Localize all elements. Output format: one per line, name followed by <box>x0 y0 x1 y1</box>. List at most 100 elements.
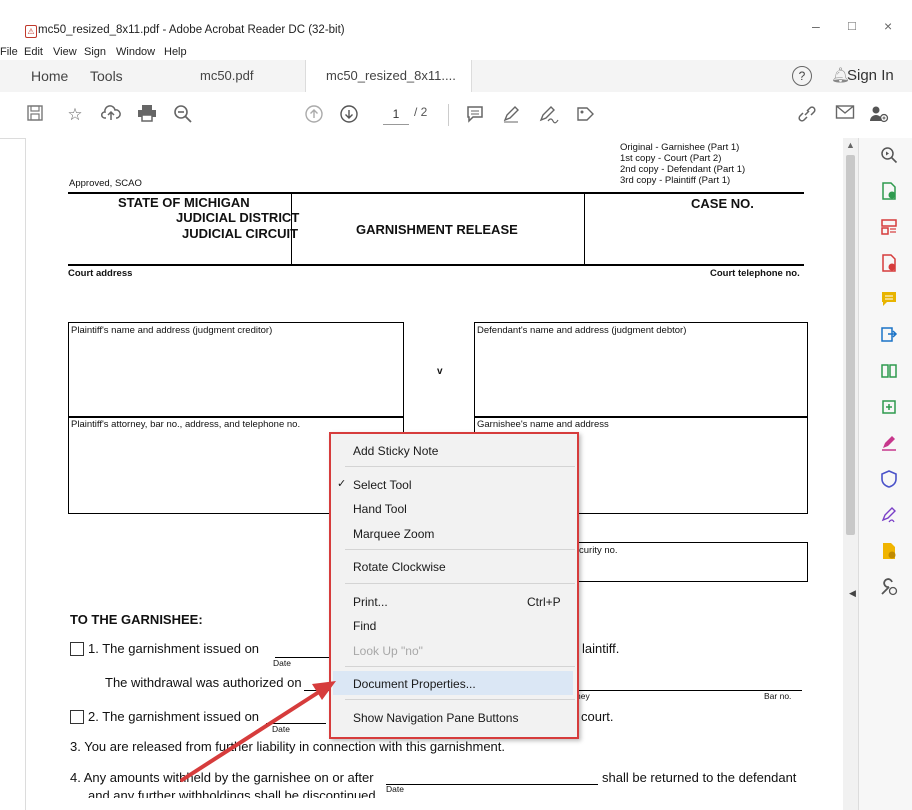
item2-checkbox[interactable] <box>70 710 84 724</box>
versus-label: v <box>437 366 443 377</box>
page-down-icon[interactable] <box>338 104 360 126</box>
menu-item-add-sticky-note[interactable]: Add Sticky Note <box>353 444 438 458</box>
item1-checkbox[interactable] <box>70 642 84 656</box>
signature-tool-icon[interactable] <box>879 506 899 526</box>
scroll-up-icon[interactable]: ▲ <box>846 140 855 150</box>
fill-sign-icon[interactable] <box>879 434 899 454</box>
form-rule <box>68 264 804 266</box>
menu-item-print[interactable]: Print... <box>353 595 388 609</box>
zoom-out-icon[interactable] <box>172 104 194 126</box>
court-address-label: Court address <box>68 268 133 279</box>
print-icon[interactable] <box>136 104 158 126</box>
menu-item-hand-tool[interactable]: Hand Tool <box>353 502 407 516</box>
tab-mc50[interactable]: mc50.pdf <box>200 60 253 92</box>
menu-item-select-tool[interactable]: Select Tool <box>353 478 411 492</box>
title-bar: ⚠ mc50_resized_8x11.pdf - Adobe Acrobat … <box>0 0 912 46</box>
form-title: GARNISHMENT RELEASE <box>356 222 518 237</box>
date-line <box>386 784 598 785</box>
close-button[interactable]: × <box>884 18 892 34</box>
comment-tool-icon[interactable] <box>879 290 899 310</box>
form-divider <box>584 194 585 264</box>
to-garnishee-heading: TO THE GARNISHEE: <box>70 612 203 627</box>
item2-text: 2. The garnishment issued on <box>88 709 260 724</box>
date-label: Date <box>386 784 404 794</box>
pen-icon[interactable] <box>500 104 522 126</box>
menu-item-show-navigation-pane-buttons[interactable]: Show Navigation Pane Buttons <box>353 711 518 725</box>
approved-label: Approved, SCAO <box>69 178 142 189</box>
tab-home[interactable]: Home <box>31 60 68 92</box>
circuit-label: JUDICIAL CIRCUIT <box>182 226 299 241</box>
menu-edit[interactable]: Edit <box>24 46 43 58</box>
comment-icon[interactable] <box>464 104 486 126</box>
menu-item-rotate-clockwise[interactable]: Rotate Clockwise <box>353 560 446 574</box>
sign-icon[interactable] <box>538 104 560 126</box>
attorney-label: Plaintiff's attorney, bar no., address, … <box>71 419 301 430</box>
item1-end-text: laintiff. <box>582 641 620 656</box>
tab-tools[interactable]: Tools <box>90 60 123 92</box>
page-number-input[interactable]: 1 <box>383 104 409 125</box>
copy-line: 2nd copy - Defendant (Part 1) <box>620 164 746 175</box>
form-divider <box>291 194 292 264</box>
scan-ocr-icon[interactable] <box>879 398 899 418</box>
withdrawal-text: The withdrawal was authorized on <box>105 675 302 690</box>
copies-distribution: Original - Garnishee (Part 1) 1st copy -… <box>620 142 745 186</box>
plaintiff-box <box>68 322 404 418</box>
help-icon[interactable]: ? <box>792 66 812 86</box>
collapse-pane-icon[interactable]: ◀ <box>849 588 856 599</box>
menu-separator <box>345 666 575 667</box>
maximize-button[interactable]: □ <box>848 18 856 33</box>
district-label: JUDICIAL DISTRICT <box>176 210 300 225</box>
zoom-fit-icon[interactable] <box>879 146 899 166</box>
date-label: Date <box>272 724 290 734</box>
menu-view[interactable]: View <box>53 46 77 58</box>
export-pdf-icon[interactable] <box>879 326 899 346</box>
garnishee-label: Garnishee's name and address <box>477 419 609 430</box>
menu-help[interactable]: Help <box>164 46 187 58</box>
date-label: Date <box>273 658 291 668</box>
menu-item-document-properties[interactable]: Document Properties... <box>353 677 476 691</box>
plaintiff-label: Plaintiff's name and address (judgment c… <box>71 325 273 336</box>
save-icon[interactable] <box>24 104 46 126</box>
form-top-rule <box>68 192 804 194</box>
defendant-box <box>474 322 808 418</box>
sign-in-button[interactable]: Sign In <box>847 60 894 92</box>
add-user-icon[interactable] <box>868 104 890 126</box>
copy-line: 1st copy - Court (Part 2) <box>620 153 722 164</box>
scrollbar-thumb[interactable] <box>846 155 855 535</box>
menu-window[interactable]: Window <box>116 46 155 58</box>
protect-shield-icon[interactable] <box>879 470 899 490</box>
upload-cloud-icon[interactable] <box>100 104 122 126</box>
menu-file[interactable]: File <box>0 46 18 58</box>
minimize-button[interactable]: – <box>812 18 820 34</box>
item3-text: 3. You are released from further liabili… <box>70 739 506 754</box>
menu-sign[interactable]: Sign <box>84 46 106 58</box>
menu-separator <box>345 699 575 700</box>
add-pdf-icon[interactable] <box>879 254 899 274</box>
menu-item-look-up: Look Up "no" <box>353 644 423 658</box>
more-tools-icon[interactable] <box>879 578 899 598</box>
organize-pages-icon[interactable] <box>879 218 899 238</box>
item1-text: 1. The garnishment issued on <box>88 641 260 656</box>
send-comments-icon[interactable] <box>879 542 899 562</box>
item4-next-text: and any further withholdings shall be di… <box>88 788 380 798</box>
create-pdf-icon[interactable] <box>879 182 899 202</box>
stamp-icon[interactable] <box>575 104 597 126</box>
toolbar: ☆ 1 / 2 <box>0 92 912 139</box>
tab-mc50-resized[interactable]: mc50_resized_8x11.... × <box>305 60 472 115</box>
toolbar-divider <box>448 104 449 126</box>
tab-mc50-resized-label: mc50_resized_8x11.... <box>326 68 456 83</box>
item2-end-text: court. <box>581 709 614 724</box>
mail-icon[interactable] <box>834 104 856 126</box>
page-up-icon[interactable] <box>303 104 325 126</box>
menu-item-marquee-zoom[interactable]: Marquee Zoom <box>353 527 434 541</box>
case-no-label: CASE NO. <box>691 196 754 211</box>
share-link-icon[interactable] <box>796 104 818 126</box>
item4-text: 4. Any amounts withheld by the garnishee… <box>70 770 374 785</box>
print-shortcut: Ctrl+P <box>527 595 561 609</box>
item4-end-text: shall be returned to the defendant <box>602 770 797 785</box>
bar-no-label: Bar no. <box>764 691 792 701</box>
acrobat-app-icon: ⚠ <box>25 25 37 38</box>
menu-item-find[interactable]: Find <box>353 619 376 633</box>
compare-files-icon[interactable] <box>879 362 899 382</box>
bookmark-star-icon[interactable]: ☆ <box>64 104 86 126</box>
